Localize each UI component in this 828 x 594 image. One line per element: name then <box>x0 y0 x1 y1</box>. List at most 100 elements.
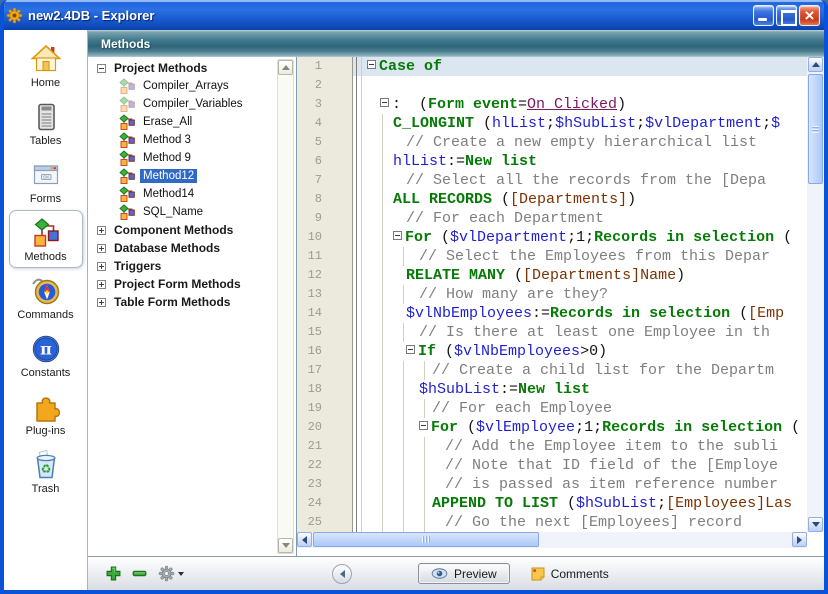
code-line: 4C_LONGINT (hlList;$hSubList;$vlDepartme… <box>297 114 807 133</box>
sidebar-item-constants[interactable]: π Constants <box>9 326 83 384</box>
method-icon <box>119 78 135 94</box>
tree-method-row[interactable]: Compiler_Arrays <box>88 77 276 95</box>
code-line: 6hlList:=New list <box>297 152 807 171</box>
methods-tree[interactable]: Project Methods Compiler_Arrays Compiler… <box>88 59 276 556</box>
sidebar-item-forms[interactable]: OK Forms <box>9 152 83 210</box>
sidebar-item-label: Home <box>31 77 60 89</box>
tree-group-row[interactable]: Database Methods <box>88 239 276 257</box>
sidebar-item-trash[interactable]: ♻ Trash <box>9 442 83 500</box>
delete-method-button[interactable] <box>130 565 148 583</box>
code-line: 10For ($vlDepartment;1;Records in select… <box>297 228 807 247</box>
code-line: 3: (Form event=On Clicked) <box>297 95 807 114</box>
code-editor: 1Case of23: (Form event=On Clicked)4C_LO… <box>296 57 824 556</box>
tree-method-row[interactable]: Method 3 <box>88 131 276 149</box>
sidebar-item-label: Plug-ins <box>26 425 66 437</box>
vertical-scrollbar[interactable] <box>807 57 824 532</box>
tree-scroll-down-icon[interactable] <box>278 538 293 553</box>
comments-note-icon <box>530 566 546 582</box>
method-icon <box>119 150 135 166</box>
line-number: 15 <box>297 323 353 342</box>
collapse-toggle-icon[interactable] <box>406 345 415 354</box>
vertical-scroll-thumb[interactable] <box>808 74 823 184</box>
title-bar[interactable]: new2.4DB - Explorer <box>0 0 828 30</box>
scroll-down-icon[interactable] <box>808 517 823 532</box>
line-number: 6 <box>297 152 353 171</box>
scroll-up-icon[interactable] <box>808 57 823 72</box>
add-method-button[interactable] <box>104 565 122 583</box>
home-icon <box>29 42 63 76</box>
tree-group-label: Triggers <box>111 258 164 274</box>
line-number: 22 <box>297 456 353 475</box>
tree-group-row[interactable]: Project Methods <box>88 59 276 77</box>
code-preview[interactable]: 1Case of23: (Form event=On Clicked)4C_LO… <box>297 57 807 532</box>
code-line: 18$hSubList:=New list <box>297 380 807 399</box>
tree-method-row[interactable]: Compiler_Variables <box>88 95 276 113</box>
tree-scrollbar[interactable] <box>277 59 294 554</box>
tree-method-row[interactable]: Erase_All <box>88 113 276 131</box>
scrollbar-corner <box>807 532 824 548</box>
tree-method-label: Method 3 <box>140 133 194 147</box>
constants-icon: π <box>29 332 63 366</box>
options-menu-button[interactable] <box>158 565 184 582</box>
line-number: 19 <box>297 399 353 418</box>
close-button[interactable] <box>799 5 820 26</box>
expand-node-icon[interactable] <box>97 280 106 289</box>
tree-group-row[interactable]: Project Form Methods <box>88 275 276 293</box>
sidebar-item-label: Tables <box>30 135 62 147</box>
app-gear-icon <box>6 7 23 24</box>
plugins-icon <box>29 390 63 424</box>
code-line: 1Case of <box>297 57 807 76</box>
tree-scroll-up-icon[interactable] <box>278 60 293 75</box>
sidebar-item-plugins[interactable]: Plug-ins <box>9 384 83 442</box>
collapse-toggle-icon[interactable] <box>419 421 428 430</box>
horizontal-scrollbar[interactable] <box>297 532 807 548</box>
line-number: 16 <box>297 342 353 361</box>
sidebar-item-methods[interactable]: Methods <box>9 210 83 268</box>
collapse-toggle-icon[interactable] <box>380 98 389 107</box>
tree-group-row[interactable]: Table Form Methods <box>88 293 276 311</box>
code-line: 16If ($vlNbEmployees>0) <box>297 342 807 361</box>
collapse-arrow-icon <box>340 570 345 578</box>
tree-method-row[interactable]: SQL_Name <box>88 203 276 221</box>
collapse-panel-button[interactable] <box>332 564 352 584</box>
explorer-window: new2.4DB - Explorer Home <box>0 0 828 594</box>
expand-node-icon[interactable] <box>97 226 106 235</box>
expand-node-icon[interactable] <box>97 298 106 307</box>
scroll-right-icon[interactable] <box>792 532 807 547</box>
svg-text:π: π <box>40 339 52 358</box>
sidebar-item-commands[interactable]: Commands <box>9 268 83 326</box>
tree-method-label: Compiler_Arrays <box>140 79 232 93</box>
panel-title: Methods <box>101 37 150 51</box>
minimize-button[interactable] <box>753 5 774 26</box>
sidebar-item-tables[interactable]: Tables <box>9 94 83 152</box>
tree-method-row[interactable]: Method 9 <box>88 149 276 167</box>
collapse-node-icon[interactable] <box>97 64 106 73</box>
tree-method-row[interactable]: Method12 <box>88 167 276 185</box>
tree-panel: Project Methods Compiler_Arrays Compiler… <box>88 57 296 556</box>
tree-method-row[interactable]: Method14 <box>88 185 276 203</box>
sidebar-item-home[interactable]: Home <box>9 36 83 94</box>
preview-button[interactable]: Preview <box>418 563 510 584</box>
code-line: 13// How many are they? <box>297 285 807 304</box>
maximize-button[interactable] <box>776 5 797 26</box>
expand-node-icon[interactable] <box>97 262 106 271</box>
code-line: 21// Add the Employee item to the subli <box>297 437 807 456</box>
svg-text:OK: OK <box>43 174 49 179</box>
horizontal-scroll-thumb[interactable] <box>313 532 539 547</box>
comments-button[interactable]: Comments <box>524 565 615 583</box>
code-line: 12RELATE MANY ([Departments]Name) <box>297 266 807 285</box>
scroll-left-icon[interactable] <box>297 532 312 547</box>
expand-node-icon[interactable] <box>97 244 106 253</box>
tree-group-row[interactable]: Triggers <box>88 257 276 275</box>
code-line: 14$vlNbEmployees:=Records in selection (… <box>297 304 807 323</box>
tree-method-label: Method14 <box>140 187 197 201</box>
collapse-toggle-icon[interactable] <box>367 60 376 69</box>
collapse-toggle-icon[interactable] <box>393 231 402 240</box>
tree-method-label: SQL_Name <box>140 205 206 219</box>
line-number: 7 <box>297 171 353 190</box>
tree-group-label: Table Form Methods <box>111 294 233 310</box>
panel-header: Methods <box>88 30 824 57</box>
tree-group-row[interactable]: Component Methods <box>88 221 276 239</box>
method-icon <box>119 96 135 112</box>
methods-icon <box>29 216 63 250</box>
